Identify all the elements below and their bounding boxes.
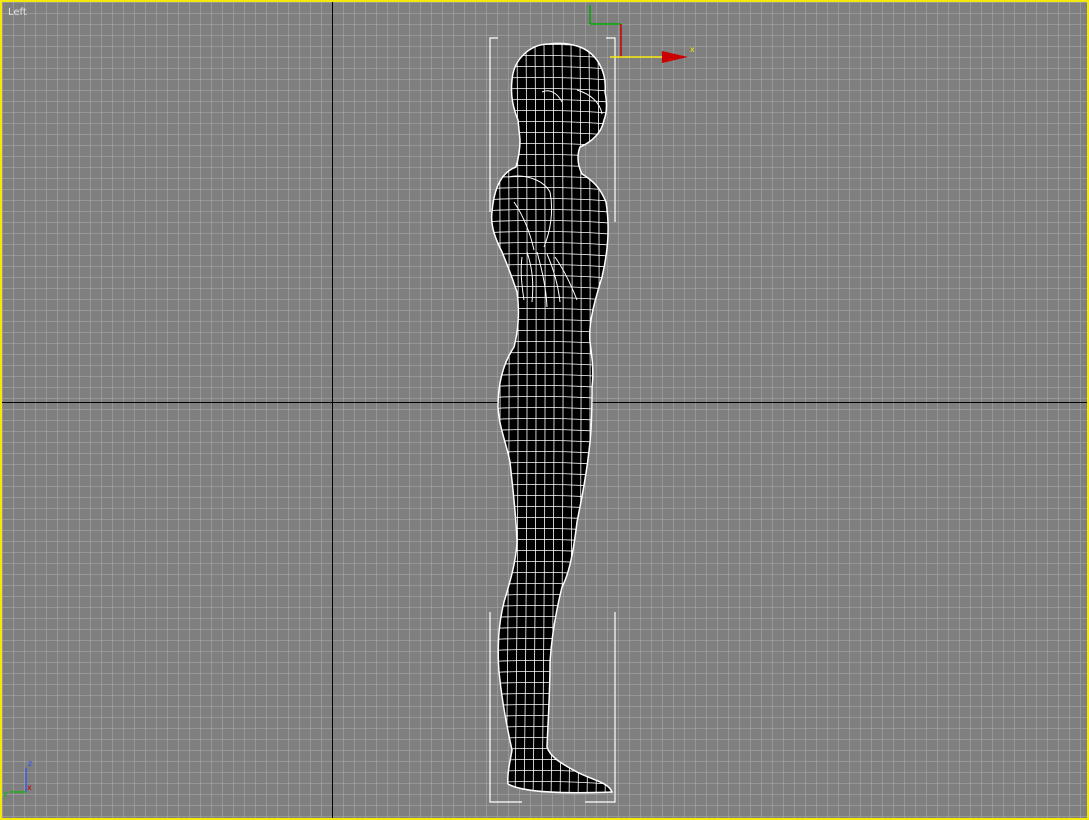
- tripod-z-label: z: [28, 759, 32, 768]
- gizmo-x-label: x: [690, 45, 695, 54]
- transform-gizmo[interactable]: x: [589, 5, 695, 63]
- model-silhouette[interactable]: [491, 43, 612, 793]
- tripod-y-label: y: [3, 789, 8, 798]
- view-axis-tripod: z y x: [3, 759, 32, 798]
- viewport-left[interactable]: Left x z y x: [0, 0, 1089, 820]
- tripod-x-label: x: [27, 783, 32, 792]
- scene-svg: x z y x: [3, 5, 695, 803]
- gizmo-x-arrow-icon[interactable]: [662, 51, 688, 63]
